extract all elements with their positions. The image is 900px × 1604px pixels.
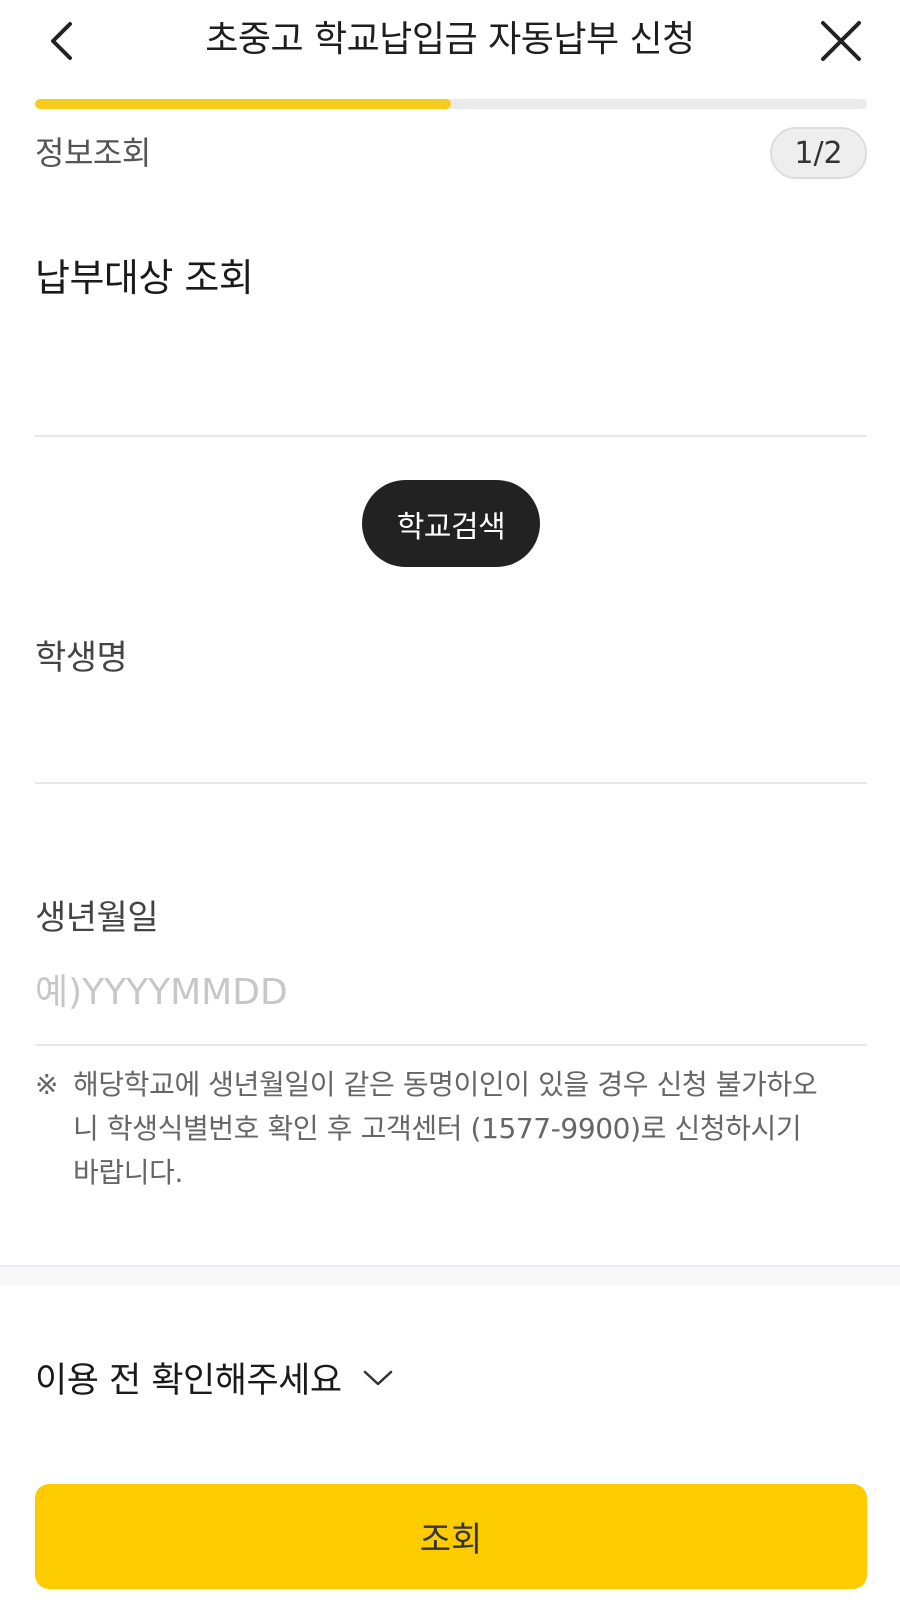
school-search-button[interactable]: 학교검색 <box>362 480 540 567</box>
section-heading: 납부대상 조회 <box>35 256 254 300</box>
progress-bar <box>35 99 867 109</box>
notice-text: 해당학교에 생년월일이 같은 동명이인이 있을 경우 신청 불가하오니 학생식별… <box>73 1068 818 1189</box>
step-badge: 1/2 <box>770 127 867 179</box>
page-title: 초중고 학교납입금 자동납부 신청 <box>205 19 695 60</box>
student-name-input[interactable] <box>35 700 867 760</box>
divider <box>35 435 867 437</box>
back-button[interactable] <box>36 14 86 68</box>
progress-fill <box>35 99 451 109</box>
app-header: 초중고 학교납입금 자동납부 신청 <box>0 0 900 86</box>
close-button[interactable] <box>812 12 870 70</box>
step-label: 정보조회 <box>35 134 151 172</box>
section-separator <box>0 1265 900 1285</box>
accordion-label: 이용 전 확인해주세요 <box>35 1361 342 1401</box>
birthdate-label: 생년월일 <box>35 898 159 938</box>
pre-use-notice-toggle[interactable]: 이용 전 확인해주세요 <box>35 1352 396 1403</box>
inquiry-button[interactable]: 조회 <box>35 1484 867 1589</box>
student-name-underline <box>35 782 867 784</box>
chevron-down-icon <box>362 1366 396 1390</box>
birthdate-input[interactable] <box>35 962 867 1022</box>
birthdate-underline <box>35 1044 867 1046</box>
student-name-label: 학생명 <box>35 638 128 678</box>
notice: ※ 해당학교에 생년월일이 같은 동명이인이 있을 경우 신청 불가하오니 학생… <box>35 1063 835 1195</box>
notice-mark: ※ <box>35 1068 59 1101</box>
chevron-left-icon <box>51 22 72 60</box>
close-icon <box>821 21 861 61</box>
